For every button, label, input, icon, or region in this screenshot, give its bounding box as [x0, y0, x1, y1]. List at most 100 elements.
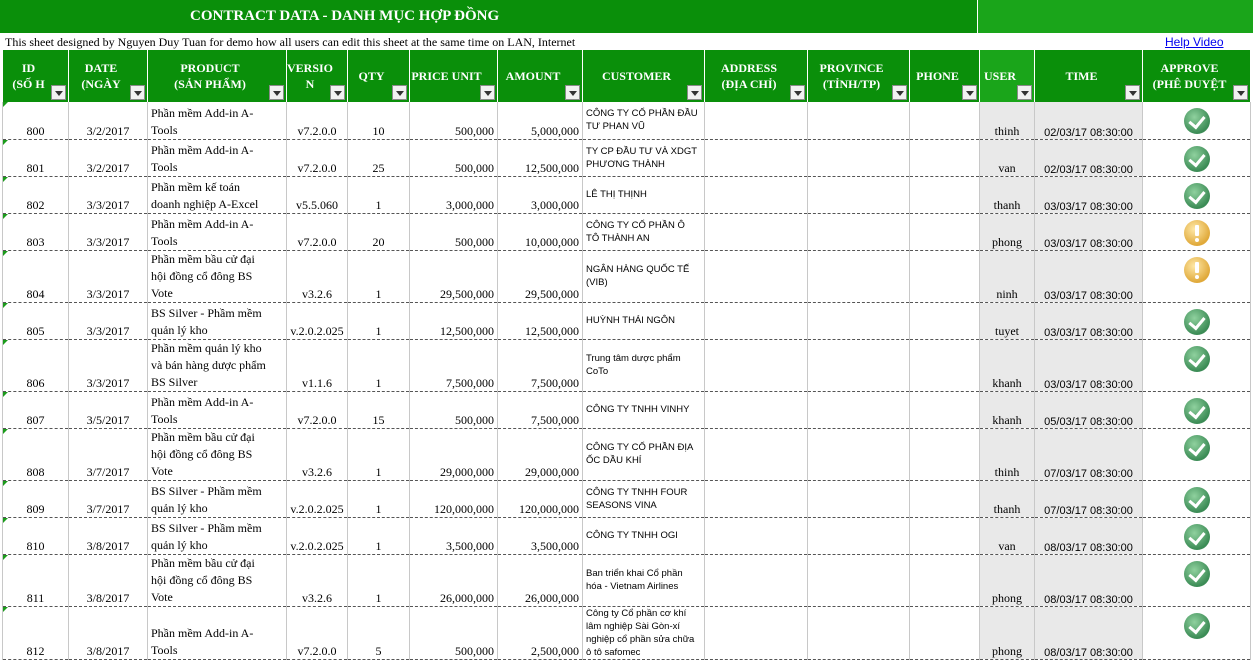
cell-qty[interactable]: 1 — [347, 176, 411, 214]
cell-date[interactable]: 3/2/2017 — [68, 139, 148, 177]
cell-version[interactable]: v.2.0.2.025 — [285, 517, 349, 555]
cell-phone[interactable] — [909, 339, 981, 392]
cell-amount[interactable]: 12,500,000 — [497, 302, 584, 340]
filter-dropdown-icon[interactable] — [790, 85, 806, 100]
cell-date[interactable]: 3/8/2017 — [68, 606, 148, 660]
help-video-link[interactable]: Help Video — [1165, 34, 1224, 50]
cell-qty[interactable]: 10 — [347, 102, 411, 140]
cell-customer[interactable]: CÔNG TY TNHH VINHY — [582, 391, 706, 429]
cell-user[interactable]: thinh — [979, 428, 1036, 481]
cell-id[interactable]: 808 — [2, 428, 69, 481]
cell-user[interactable]: khanh — [979, 339, 1036, 392]
cell-date[interactable]: 3/8/2017 — [68, 517, 148, 555]
cell-phone[interactable] — [909, 554, 981, 607]
cell-version[interactable]: v7.2.0.0 — [285, 213, 349, 251]
cell-customer[interactable]: NGÂN HÀNG QUỐC TẾ (VIB) — [582, 250, 706, 303]
cell-amount[interactable]: 26,000,000 — [497, 554, 584, 607]
cell-product[interactable]: Phần mềm Add-in A- Tools — [147, 391, 287, 429]
cell-address[interactable] — [704, 139, 809, 177]
cell-approve[interactable] — [1142, 139, 1252, 177]
filter-dropdown-icon[interactable] — [1125, 85, 1141, 100]
cell-phone[interactable] — [909, 391, 981, 429]
filter-dropdown-icon[interactable] — [130, 85, 145, 100]
cell-time[interactable]: 08/03/17 08:30:00 — [1034, 554, 1144, 607]
cell-province[interactable] — [807, 213, 911, 251]
cell-version[interactable]: v.2.0.2.025 — [285, 480, 349, 518]
cell-date[interactable]: 3/3/2017 — [68, 250, 148, 303]
cell-date[interactable]: 3/2/2017 — [68, 102, 148, 140]
cell-product[interactable]: BS Silver - Phầm mềm quản lý kho — [147, 480, 287, 518]
cell-province[interactable] — [807, 428, 911, 481]
cell-amount[interactable]: 120,000,000 — [497, 480, 584, 518]
cell-province[interactable] — [807, 102, 911, 140]
cell-address[interactable] — [704, 428, 809, 481]
cell-amount[interactable]: 5,000,000 — [497, 102, 584, 140]
cell-approve[interactable] — [1142, 480, 1252, 518]
cell-product[interactable]: Phần mềm bầu cử đại hội đồng cổ đông BS Vo… — [147, 554, 287, 607]
cell-qty[interactable]: 1 — [347, 339, 411, 392]
cell-version[interactable]: v3.2.6 — [285, 554, 349, 607]
cell-time[interactable]: 07/03/17 08:30:00 — [1034, 480, 1144, 518]
filter-dropdown-icon[interactable] — [51, 85, 66, 100]
cell-phone[interactable] — [909, 302, 981, 340]
cell-date[interactable]: 3/7/2017 — [68, 480, 148, 518]
cell-time[interactable]: 08/03/17 08:30:00 — [1034, 606, 1144, 660]
cell-province[interactable] — [807, 554, 911, 607]
column-header-customer[interactable]: CUSTOMER — [582, 50, 706, 102]
cell-price-unit[interactable]: 500,000 — [409, 102, 499, 140]
column-header-price[interactable]: PRICE UNIT — [409, 50, 499, 102]
cell-user[interactable]: thinh — [979, 102, 1036, 140]
cell-customer[interactable]: CÔNG TY TNHH OGI — [582, 517, 706, 555]
cell-phone[interactable] — [909, 176, 981, 214]
column-header-qty[interactable]: QTY — [347, 50, 411, 102]
cell-qty[interactable]: 20 — [347, 213, 411, 251]
cell-address[interactable] — [704, 213, 809, 251]
cell-date[interactable]: 3/3/2017 — [68, 302, 148, 340]
cell-amount[interactable]: 3,500,000 — [497, 517, 584, 555]
cell-approve[interactable] — [1142, 391, 1252, 429]
cell-date[interactable]: 3/3/2017 — [68, 339, 148, 392]
cell-time[interactable]: 02/03/17 08:30:00 — [1034, 139, 1144, 177]
cell-version[interactable]: v7.2.0.0 — [285, 102, 349, 140]
cell-phone[interactable] — [909, 480, 981, 518]
cell-id[interactable]: 800 — [2, 102, 69, 140]
cell-version[interactable]: v7.2.0.0 — [285, 606, 349, 660]
cell-address[interactable] — [704, 250, 809, 303]
filter-dropdown-icon[interactable] — [269, 85, 284, 100]
cell-version[interactable]: v3.2.6 — [285, 250, 349, 303]
cell-price-unit[interactable]: 29,000,000 — [409, 428, 499, 481]
filter-dropdown-icon[interactable] — [892, 85, 908, 100]
cell-phone[interactable] — [909, 606, 981, 660]
filter-dropdown-icon[interactable] — [480, 85, 496, 100]
cell-price-unit[interactable]: 12,500,000 — [409, 302, 499, 340]
cell-user[interactable]: phong — [979, 213, 1036, 251]
cell-approve[interactable] — [1142, 213, 1252, 251]
column-header-product[interactable]: PRODUCT (SẢN PHẨM) — [147, 50, 287, 102]
cell-approve[interactable] — [1142, 302, 1252, 340]
cell-address[interactable] — [704, 554, 809, 607]
cell-amount[interactable]: 29,500,000 — [497, 250, 584, 303]
cell-id[interactable]: 807 — [2, 391, 69, 429]
cell-customer[interactable]: CÔNG TY CỔ PHẦN Ô TÔ THÀNH AN — [582, 213, 706, 251]
cell-province[interactable] — [807, 391, 911, 429]
cell-address[interactable] — [704, 606, 809, 660]
cell-qty[interactable]: 25 — [347, 139, 411, 177]
cell-time[interactable]: 03/03/17 08:30:00 — [1034, 250, 1144, 303]
cell-customer[interactable]: TY CP ĐẦU TƯ VÀ XDGT PHƯƠNG THÀNH — [582, 139, 706, 177]
filter-dropdown-icon[interactable] — [687, 85, 703, 100]
cell-address[interactable] — [704, 102, 809, 140]
cell-user[interactable]: van — [979, 139, 1036, 177]
cell-id[interactable]: 801 — [2, 139, 69, 177]
cell-price-unit[interactable]: 7,500,000 — [409, 339, 499, 392]
cell-address[interactable] — [704, 176, 809, 214]
title-filler-cell[interactable] — [978, 0, 1253, 33]
column-header-phone[interactable]: PHONE — [909, 50, 981, 102]
cell-product[interactable]: Phần mềm Add-in A- Tools — [147, 102, 287, 140]
cell-customer[interactable]: HUỲNH THÁI NGÔN — [582, 302, 706, 340]
cell-date[interactable]: 3/3/2017 — [68, 213, 148, 251]
cell-phone[interactable] — [909, 213, 981, 251]
cell-phone[interactable] — [909, 517, 981, 555]
cell-approve[interactable] — [1142, 428, 1252, 481]
column-header-date[interactable]: DATE (NGÀY — [68, 50, 148, 102]
cell-qty[interactable]: 1 — [347, 517, 411, 555]
